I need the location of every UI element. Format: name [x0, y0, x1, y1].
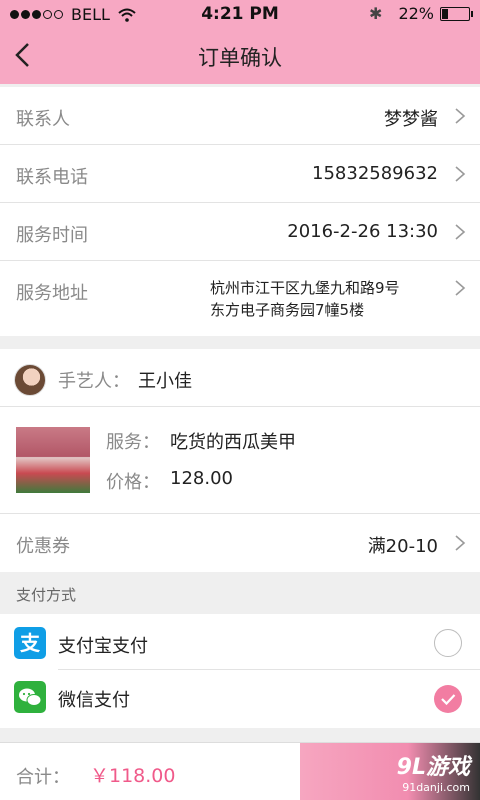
service-label: 服务：: [106, 432, 160, 453]
service-time-label: 服务时间: [16, 225, 88, 246]
artisan-label: 手艺人：: [58, 371, 130, 392]
status-bar: BELL 4:21 PM ✱ 22%: [0, 0, 480, 28]
artisan-name: 王小佳: [138, 371, 192, 392]
wechat-radio[interactable]: [434, 685, 462, 713]
service-time-row[interactable]: 服务时间 2016-2-26 13:30: [0, 203, 480, 261]
address-label: 服务地址: [16, 283, 88, 304]
footer-bar: 合计： ￥118.00 9L游戏 91danji.com: [0, 742, 480, 800]
wechat-icon: [14, 681, 46, 713]
phone-value: 15832589632: [312, 163, 438, 184]
status-right: ✱ 22%: [369, 4, 473, 23]
submit-button[interactable]: 9L游戏 91danji.com: [300, 743, 480, 800]
total-value: ￥118.00: [90, 765, 176, 787]
battery-level: [442, 8, 449, 19]
price-label: 价格：: [106, 472, 160, 493]
address-line-1: 杭州市江干区九堡九和路9号: [210, 279, 400, 297]
battery-percent: 22%: [398, 4, 434, 23]
coupon-label: 优惠券: [16, 536, 70, 557]
wechat-label[interactable]: 微信支付: [58, 686, 130, 712]
chevron-right-icon: [455, 535, 466, 551]
phone-row[interactable]: 联系电话 15832589632: [0, 145, 480, 203]
alipay-label[interactable]: 支付宝支付: [58, 632, 148, 658]
checkmark-icon: [441, 694, 456, 706]
contact-row[interactable]: 联系人 梦梦酱: [0, 87, 480, 145]
watermark: 9L游戏 91danji.com: [300, 749, 470, 794]
address-value: 杭州市江干区九堡九和路9号 东方电子商务园7幢5楼: [210, 277, 438, 321]
chevron-right-icon: [455, 280, 466, 296]
alipay-radio[interactable]: [434, 629, 462, 657]
artisan-avatar: [14, 364, 46, 396]
service-thumbnail: [16, 427, 90, 493]
contact-panel: 联系人 梦梦酱 联系电话 15832589632 服务时间 2016-2-26 …: [0, 87, 480, 336]
coupon-value: 满20-10: [367, 536, 438, 557]
address-row[interactable]: 服务地址 杭州市江干区九堡九和路9号 东方电子商务园7幢5楼: [0, 261, 480, 336]
price-value: 128.00: [170, 468, 233, 489]
phone-label: 联系电话: [16, 167, 88, 188]
address-line-2: 东方电子商务园7幢5楼: [210, 301, 365, 319]
battery-icon: [440, 6, 473, 21]
bluetooth-icon: ✱: [369, 4, 383, 23]
header-bar: BELL 4:21 PM ✱ 22% 订单确认: [0, 0, 480, 84]
payment-section-label: 支付方式: [16, 586, 77, 604]
chevron-right-icon: [455, 108, 466, 124]
chevron-right-icon: [455, 166, 466, 182]
service-time-value: 2016-2-26 13:30: [287, 221, 438, 242]
total-label: 合计：: [16, 767, 70, 788]
coupon-row[interactable]: 优惠券 满20-10: [0, 514, 480, 572]
contact-label: 联系人: [16, 109, 70, 130]
alipay-icon: 支: [14, 627, 46, 659]
service-name: 吃货的西瓜美甲: [170, 432, 296, 453]
watermark-url: 91danji.com: [402, 781, 470, 794]
watermark-logo: 9L游戏: [396, 755, 470, 780]
chevron-right-icon: [455, 224, 466, 240]
page-title: 订单确认: [198, 46, 282, 70]
contact-value: 梦梦酱: [384, 109, 438, 130]
